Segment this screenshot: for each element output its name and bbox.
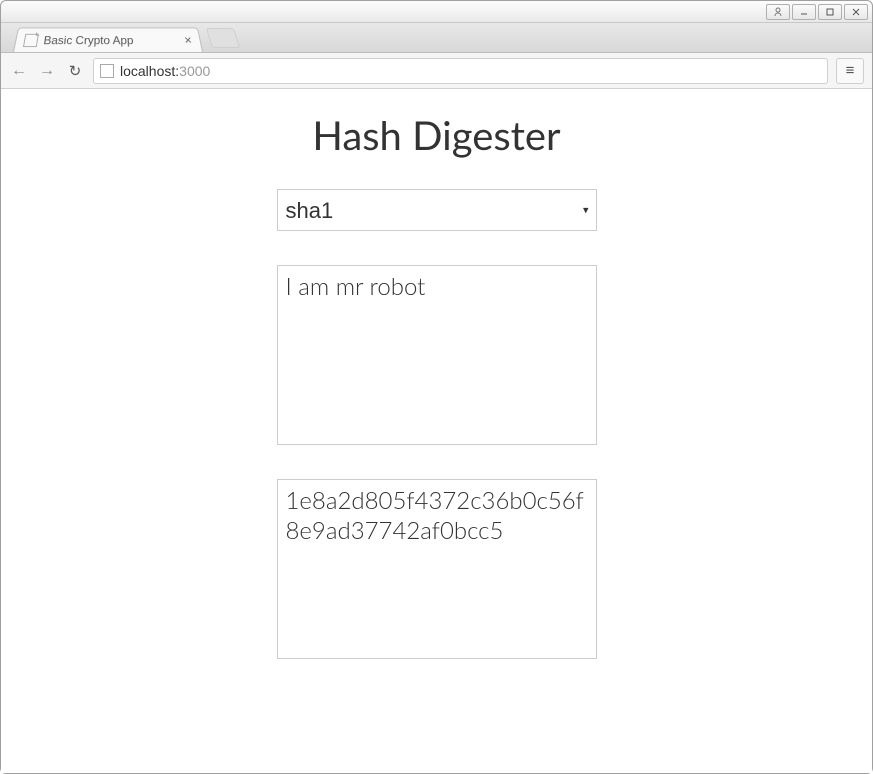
page-viewport: Hash Digester sha1 1e8a2d805f4372c36b0c5… bbox=[1, 89, 872, 773]
reload-button[interactable]: ↻ bbox=[65, 62, 85, 80]
tab-strip: Basic Crypto App × bbox=[1, 23, 872, 53]
page-favicon-icon bbox=[23, 33, 39, 46]
browser-window: Basic Crypto App × ← → ↻ localhost:3000 … bbox=[0, 0, 873, 774]
os-titlebar bbox=[1, 1, 872, 23]
close-window-button[interactable] bbox=[844, 4, 868, 20]
algorithm-select[interactable]: sha1 bbox=[277, 189, 597, 231]
user-icon-button[interactable] bbox=[766, 4, 790, 20]
address-bar[interactable]: localhost:3000 bbox=[93, 58, 828, 84]
back-button[interactable]: ← bbox=[9, 62, 29, 80]
close-tab-icon[interactable]: × bbox=[183, 33, 193, 47]
forward-button[interactable]: → bbox=[37, 62, 57, 80]
browser-toolbar: ← → ↻ localhost:3000 ≡ bbox=[1, 53, 872, 89]
tab-title: Basic Crypto App bbox=[43, 33, 134, 46]
url-port: 3000 bbox=[179, 63, 210, 79]
site-icon bbox=[100, 64, 114, 78]
maximize-button[interactable] bbox=[818, 4, 842, 20]
app-page: Hash Digester sha1 1e8a2d805f4372c36b0c5… bbox=[1, 101, 872, 693]
new-tab-button[interactable] bbox=[206, 28, 240, 48]
hash-output: 1e8a2d805f4372c36b0c56f8e9ad37742af0bcc5 bbox=[277, 479, 597, 659]
browser-tab[interactable]: Basic Crypto App × bbox=[13, 27, 203, 52]
page-title: Hash Digester bbox=[312, 111, 560, 159]
plaintext-input[interactable] bbox=[277, 265, 597, 445]
url-host: localhost: bbox=[120, 63, 179, 79]
browser-menu-button[interactable]: ≡ bbox=[836, 58, 864, 84]
minimize-button[interactable] bbox=[792, 4, 816, 20]
